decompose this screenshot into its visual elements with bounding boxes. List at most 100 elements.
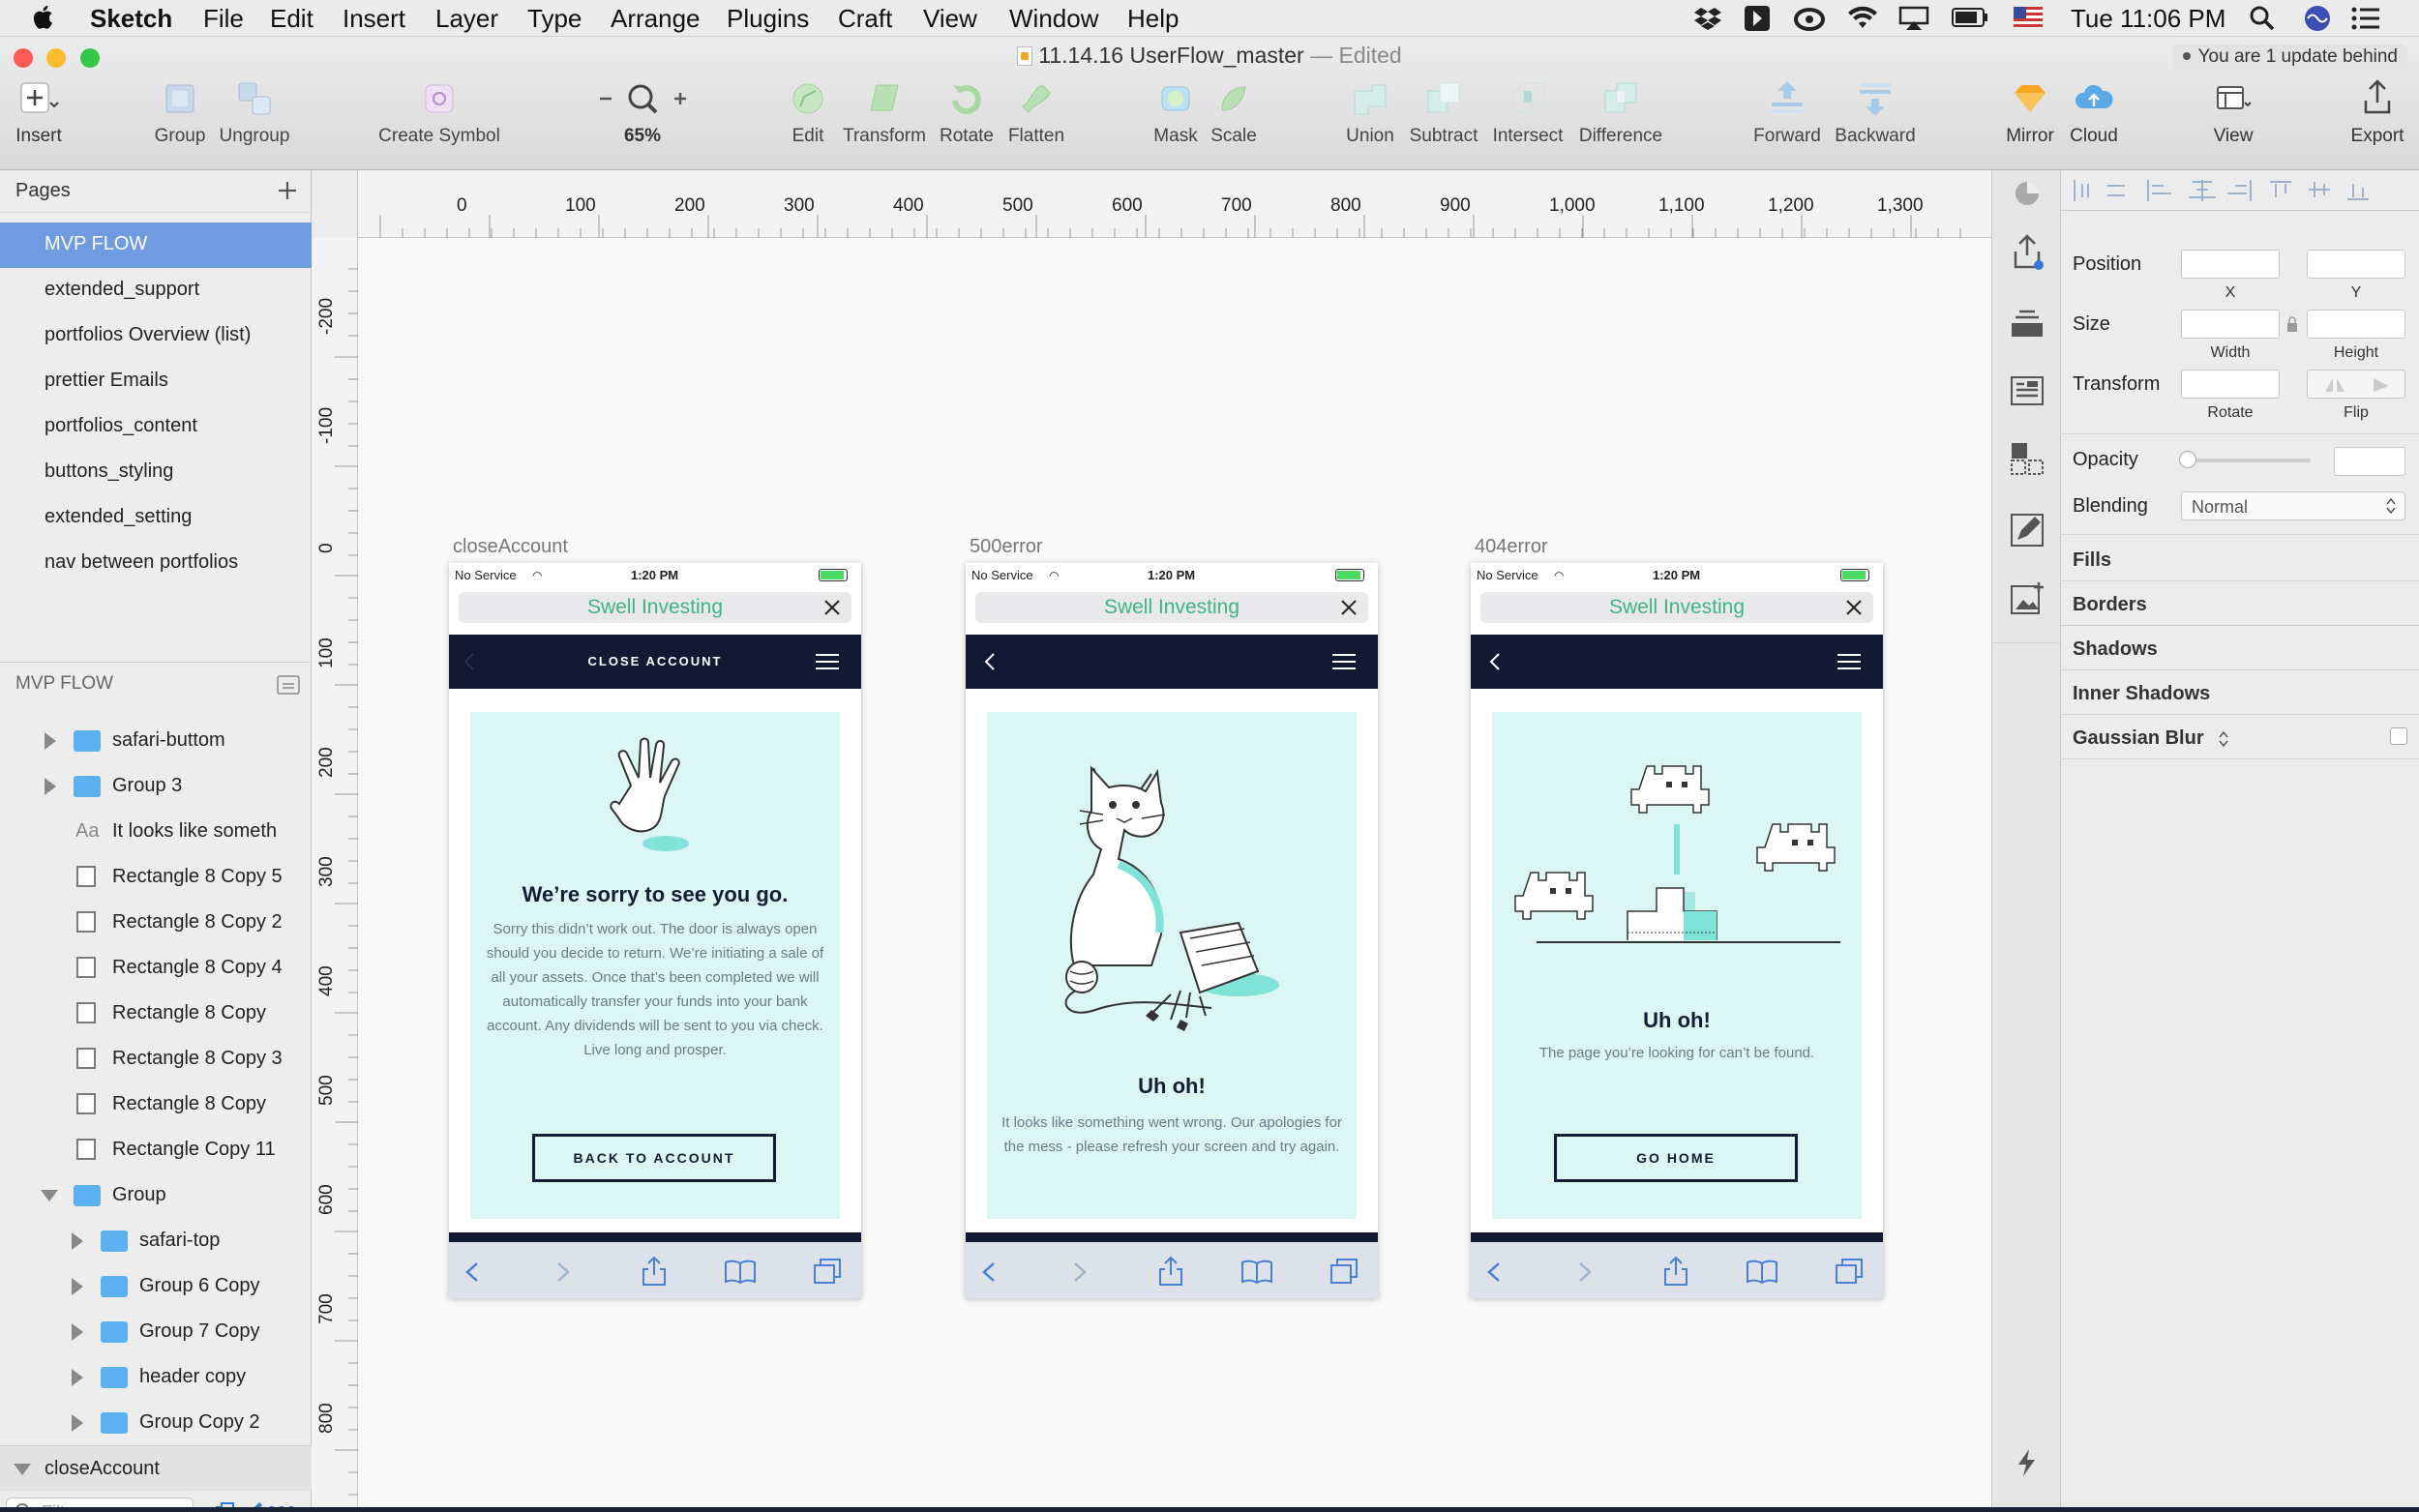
forward-button[interactable]: Forward [1751, 77, 1823, 147]
flip-horizontal-icon[interactable] [2323, 376, 2346, 394]
dropbox-icon[interactable] [1693, 6, 1722, 31]
lock-ratio-icon[interactable] [2285, 315, 2299, 333]
layers-stack-icon[interactable] [2010, 310, 2045, 339]
height-input[interactable] [2307, 310, 2405, 339]
disclosure-icon[interactable] [72, 1323, 83, 1341]
menu-window[interactable]: Window [1009, 4, 1098, 34]
share-icon[interactable] [641, 1256, 668, 1287]
canvas[interactable]: closeAccount No Service ◠ 1:20 PM Swell … [358, 238, 1991, 1507]
disclosure-open-icon[interactable] [14, 1464, 31, 1475]
add-image-icon[interactable] [2010, 580, 2045, 615]
menu-craft[interactable]: Craft [838, 4, 892, 34]
intersect-button[interactable]: Intersect [1490, 77, 1566, 147]
share-icon[interactable] [1157, 1256, 1184, 1287]
safari-url-bar[interactable]: Swell Investing [975, 592, 1368, 623]
difference-button[interactable]: Difference [1573, 77, 1668, 147]
opacity-slider[interactable] [2181, 459, 2311, 462]
gaussian-blur-section[interactable]: Gaussian Blur [2073, 727, 2204, 750]
layer-row-rectangle[interactable]: Rectangle 8 Copy [0, 1082, 312, 1127]
mask-button[interactable]: Mask [1153, 77, 1198, 147]
ungroup-button[interactable]: Ungroup [217, 77, 292, 147]
menu-type[interactable]: Type [527, 4, 582, 34]
artboard-500-error[interactable]: No Service ◠ 1:20 PM Swell Investing Uh … [966, 563, 1378, 1298]
battery-icon[interactable] [1952, 7, 1988, 28]
layer-row-group-6-copy[interactable]: Group 6 Copy [0, 1263, 312, 1309]
menu-arrange[interactable]: Arrange [611, 4, 701, 34]
cloud-button[interactable]: Cloud [2063, 77, 2125, 147]
transform-button[interactable]: Transform [840, 77, 929, 147]
inner-shadows-section[interactable]: Inner Shadows [2073, 683, 2210, 705]
gaussian-blur-checkbox[interactable] [2390, 727, 2407, 745]
menubar-clock[interactable]: Tue 11:06 PM [2071, 4, 2225, 34]
layer-row-rectangle[interactable]: Rectangle 8 Copy [0, 991, 312, 1036]
page-item-prettier-emails[interactable]: prettier Emails [0, 359, 312, 404]
view-button[interactable]: View [2210, 77, 2256, 147]
safari-url-bar[interactable]: Swell Investing [459, 592, 851, 623]
layer-row-header-copy[interactable]: header copy [0, 1354, 312, 1400]
flip-vertical-icon[interactable] [2372, 376, 2391, 394]
safari-back-icon[interactable] [464, 1261, 480, 1283]
back-chevron-icon[interactable] [463, 652, 476, 671]
collapse-layers-icon[interactable] [277, 675, 300, 695]
position-x-input[interactable] [2181, 250, 2280, 279]
spotlight-icon[interactable] [2249, 5, 2276, 32]
layer-row-safari-buttom[interactable]: safari-buttom [0, 718, 312, 763]
share-icon[interactable] [1662, 1256, 1689, 1287]
craft-menu-icon[interactable] [1744, 5, 1771, 32]
close-icon[interactable] [1844, 598, 1864, 617]
add-page-icon[interactable] [275, 178, 300, 203]
safari-url-bar[interactable]: Swell Investing [1480, 592, 1873, 623]
tabs-icon[interactable] [1835, 1258, 1864, 1285]
layer-row-close-account[interactable]: closeAccount [0, 1445, 312, 1491]
export-button[interactable]: Export [2347, 77, 2407, 147]
wifi-icon[interactable] [1847, 5, 1878, 30]
artboard-title[interactable]: 404error [1475, 536, 1548, 558]
flip-buttons[interactable] [2307, 370, 2405, 399]
layer-row-text[interactable]: Aa It looks like someth [0, 809, 312, 854]
disclosure-open-icon[interactable] [41, 1190, 58, 1201]
pen-edit-icon[interactable] [2010, 513, 2045, 548]
artboard-title[interactable]: closeAccount [453, 536, 568, 558]
go-home-button[interactable]: GO HOME [1554, 1134, 1798, 1182]
layer-row-rectangle[interactable]: Rectangle 8 Copy 3 [0, 1036, 312, 1082]
create-symbol-button[interactable]: Create Symbol [377, 77, 501, 147]
subtract-button[interactable]: Subtract [1407, 77, 1480, 147]
tabs-icon[interactable] [813, 1258, 842, 1285]
menu-insert[interactable]: Insert [343, 4, 405, 34]
upload-update-icon[interactable] [2010, 232, 2045, 271]
safari-forward-icon[interactable] [1072, 1261, 1088, 1283]
bookmarks-icon[interactable] [1746, 1260, 1778, 1285]
disclosure-icon[interactable] [72, 1232, 83, 1250]
layer-row-rectangle[interactable]: Rectangle 8 Copy 2 [0, 900, 312, 945]
backward-button[interactable]: Backward [1831, 77, 1920, 147]
shadows-section[interactable]: Shadows [2073, 638, 2158, 661]
vertical-ruler[interactable]: -200 -100 0 100 200 300 400 500 600 700 … [312, 238, 358, 1507]
siri-icon[interactable] [2303, 4, 2332, 33]
artboard-title[interactable]: 500error [970, 536, 1043, 558]
back-chevron-icon[interactable] [983, 652, 997, 671]
notification-center-icon[interactable] [2351, 7, 2380, 30]
group-button[interactable]: Group [153, 77, 207, 147]
menu-plugins[interactable]: Plugins [727, 4, 809, 34]
page-item-extended-support[interactable]: extended_support [0, 268, 312, 313]
layer-row-group-7-copy[interactable]: Group 7 Copy [0, 1309, 312, 1354]
style-pie-icon[interactable] [2014, 180, 2041, 207]
hamburger-menu-icon[interactable] [815, 652, 840, 671]
text-style-icon[interactable] [2010, 375, 2045, 406]
safari-back-icon[interactable] [981, 1261, 997, 1283]
back-chevron-icon[interactable] [1488, 652, 1502, 671]
page-item-portfolios-content[interactable]: portfolios_content [0, 404, 312, 450]
layer-row-rectangle[interactable]: Rectangle 8 Copy 5 [0, 854, 312, 900]
menu-view[interactable]: View [923, 4, 977, 34]
disclosure-icon[interactable] [45, 732, 56, 750]
menu-layer[interactable]: Layer [435, 4, 498, 34]
blur-type-arrows-icon[interactable] [2218, 729, 2229, 749]
page-item-extended-setting[interactable]: extended_setting [0, 495, 312, 541]
menu-app-name[interactable]: Sketch [90, 4, 172, 34]
menu-file[interactable]: File [203, 4, 244, 34]
us-flag-icon[interactable] [2014, 7, 2043, 28]
disclosure-icon[interactable] [45, 778, 56, 795]
safari-forward-icon[interactable] [1577, 1261, 1593, 1283]
opacity-slider-knob[interactable] [2179, 451, 2196, 468]
hamburger-menu-icon[interactable] [1837, 652, 1862, 671]
